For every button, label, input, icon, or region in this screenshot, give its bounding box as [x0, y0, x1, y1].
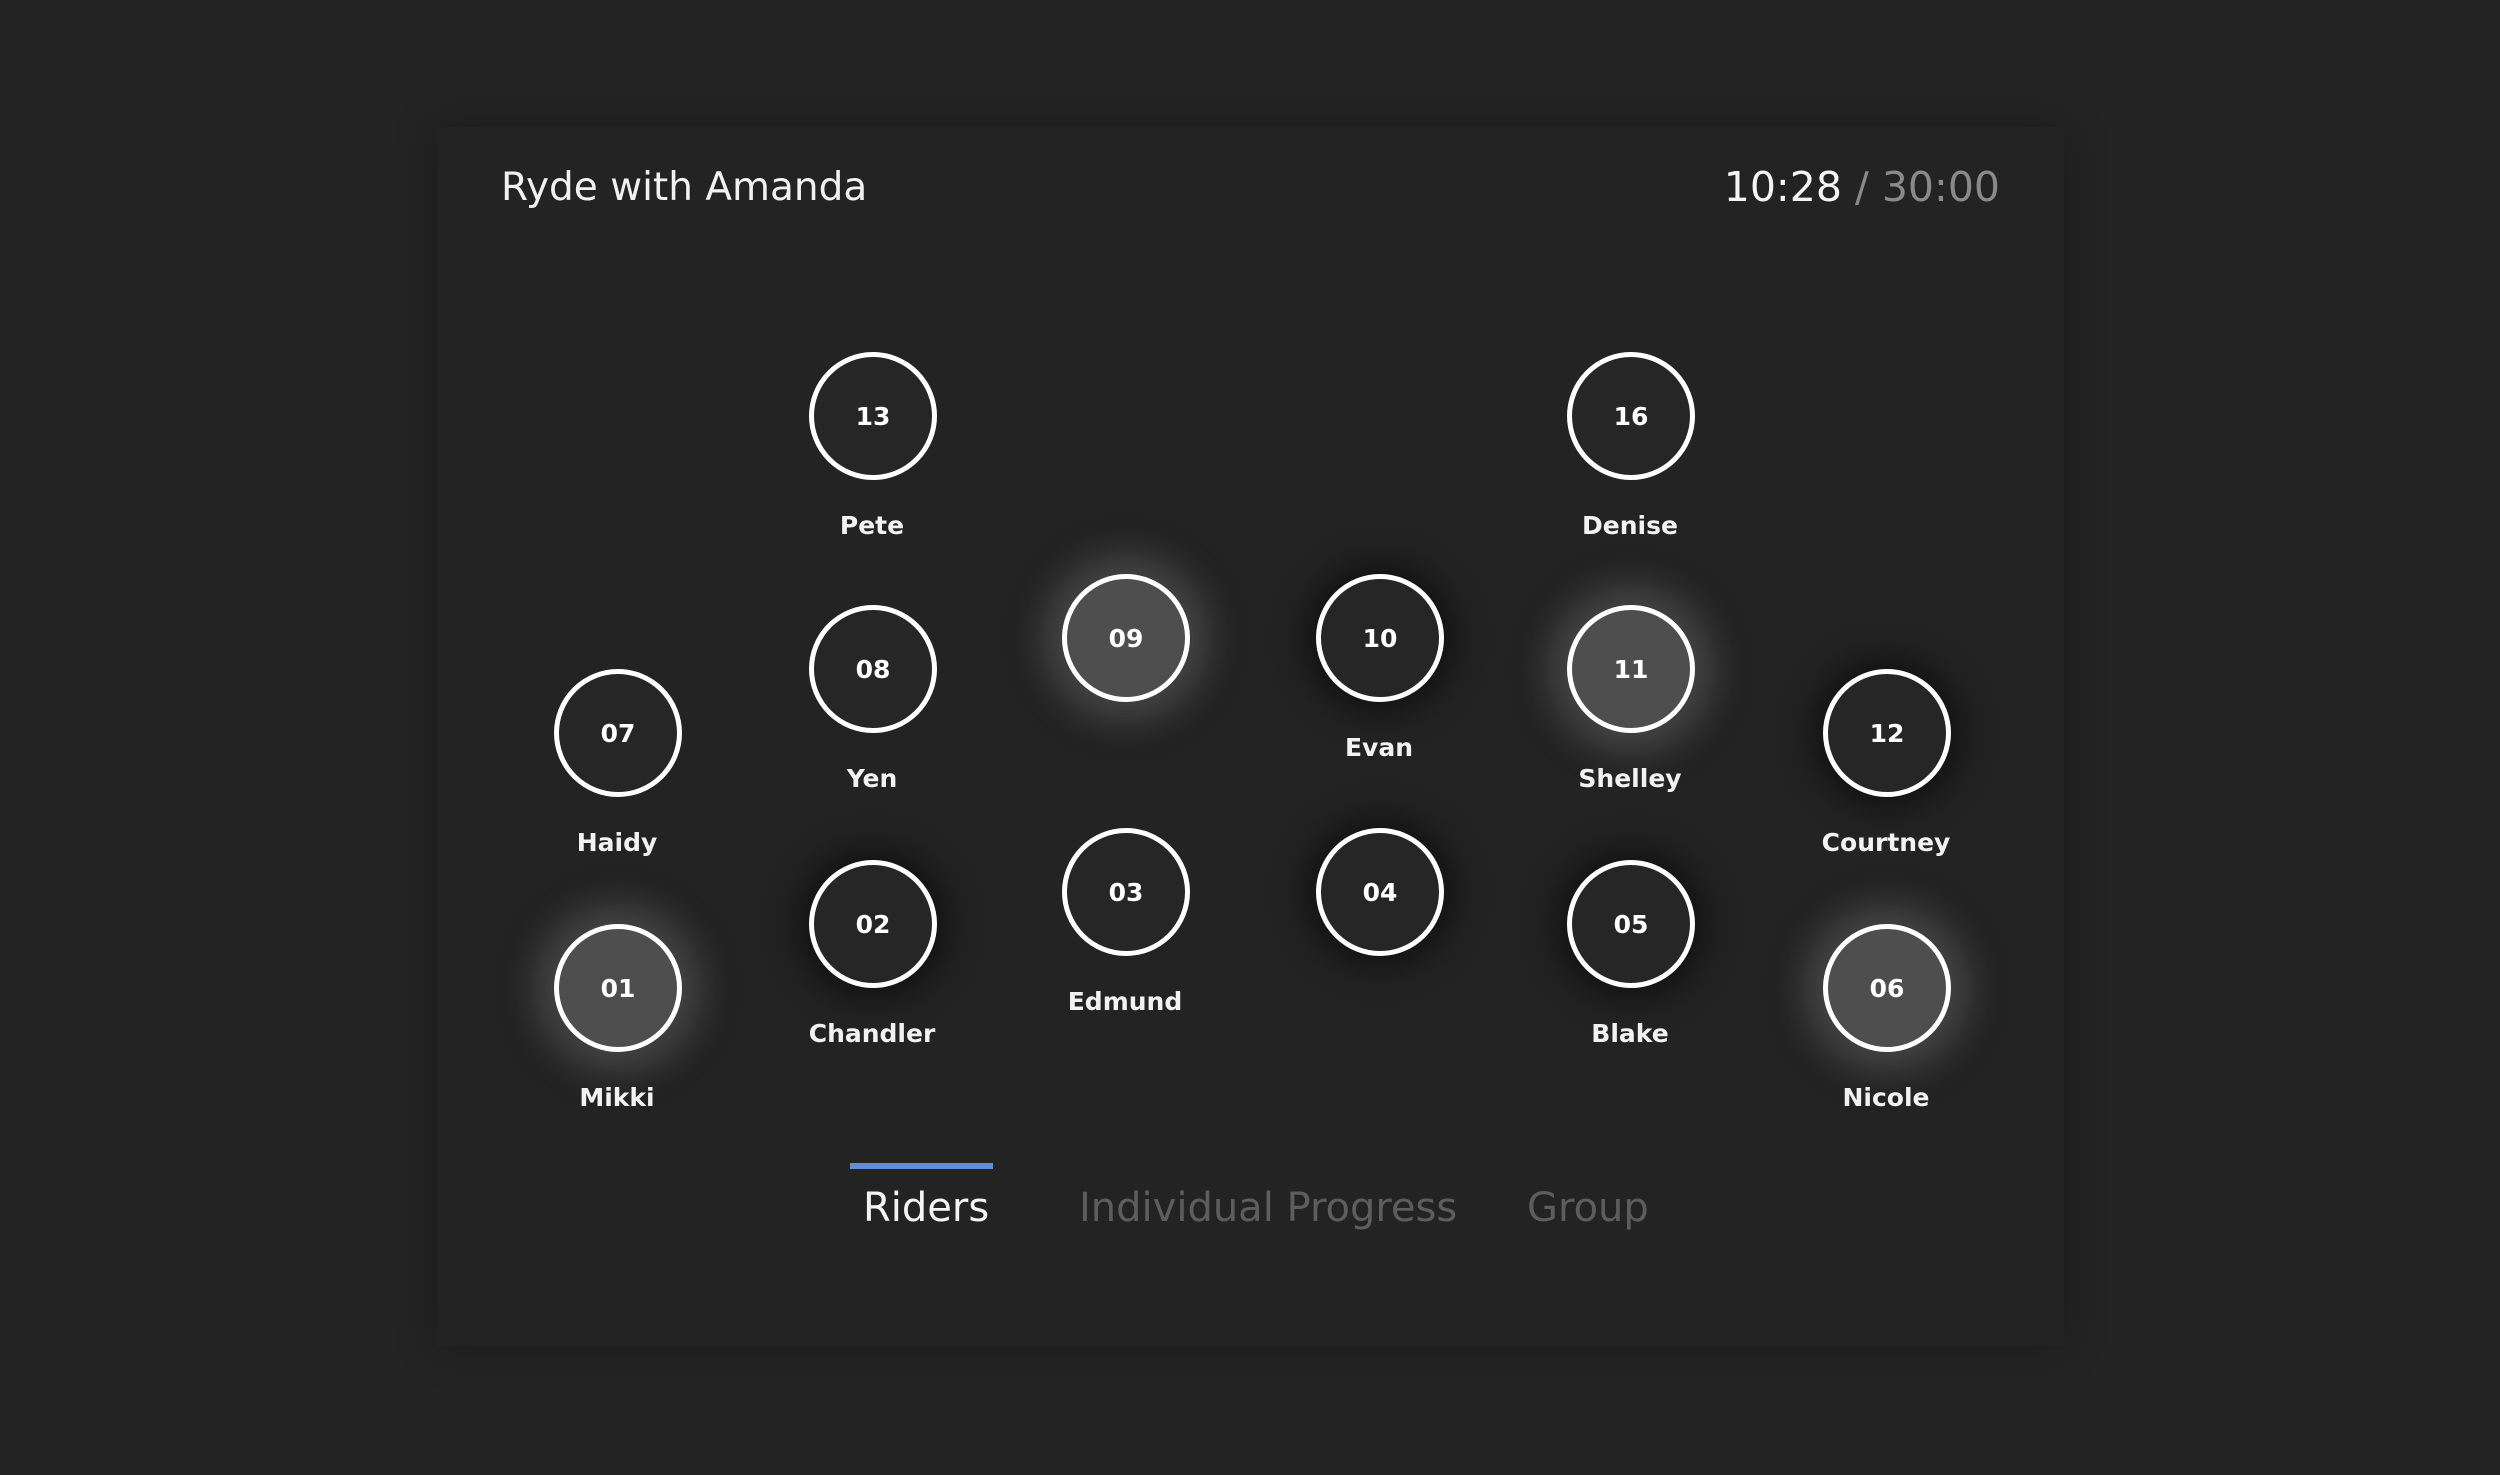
rider-badge[interactable]: 09: [1062, 574, 1190, 702]
tab-riders[interactable]: Riders: [863, 1185, 989, 1231]
rider-02: 02 Chandler: [809, 860, 937, 1048]
rider-01: 01 Mikki: [554, 924, 682, 1112]
rider-badge[interactable]: 12: [1823, 669, 1951, 797]
rider-name: Blake: [1591, 1019, 1669, 1048]
rider-badge[interactable]: 06: [1823, 924, 1951, 1052]
rider-07: 07 Haidy: [554, 669, 682, 857]
tab-group[interactable]: Group: [1527, 1185, 1649, 1231]
ride-panel: Ryde with Amanda 10:28 / 30:00 13 Pete 1…: [437, 127, 2064, 1346]
rider-04: 04: [1316, 828, 1444, 956]
rider-badge[interactable]: 10: [1316, 574, 1444, 702]
rider-name: Pete: [839, 511, 905, 540]
rider-06: 06 Nicole: [1823, 924, 1951, 1112]
rider-05: 05 Blake: [1567, 860, 1695, 1048]
rider-10: 10 Evan: [1316, 574, 1444, 762]
rider-08: 08 Yen: [809, 605, 937, 793]
rider-name: Chandler: [808, 1019, 936, 1048]
rider-badge[interactable]: 11: [1567, 605, 1695, 733]
rider-name: Edmund: [1067, 987, 1183, 1016]
rider-03: 03 Edmund: [1062, 828, 1190, 1016]
active-tab-indicator: [850, 1163, 993, 1169]
timer-total: 30:00: [1881, 163, 2000, 211]
rider-badge[interactable]: 08: [809, 605, 937, 733]
ride-timer: 10:28 / 30:00: [1724, 163, 2000, 211]
rider-name: Shelley: [1578, 764, 1682, 793]
rider-name: Evan: [1344, 733, 1414, 762]
rider-badge[interactable]: 02: [809, 860, 937, 988]
rider-name: Nicole: [1842, 1083, 1930, 1112]
rider-name: Yen: [846, 764, 898, 793]
rider-16: 16 Denise: [1567, 352, 1695, 540]
rider-badge[interactable]: 03: [1062, 828, 1190, 956]
rider-name: Haidy: [576, 828, 658, 857]
rider-name: Denise: [1582, 511, 1678, 540]
rider-09: 09: [1062, 574, 1190, 702]
tab-individual-progress[interactable]: Individual Progress: [1079, 1185, 1457, 1231]
rider-badge[interactable]: 01: [554, 924, 682, 1052]
rider-11: 11 Shelley: [1567, 605, 1695, 793]
rider-badge[interactable]: 04: [1316, 828, 1444, 956]
rider-13: 13 Pete: [809, 352, 937, 540]
timer-elapsed: 10:28: [1723, 163, 1842, 211]
rider-badge[interactable]: 13: [809, 352, 937, 480]
ride-title: Ryde with Amanda: [501, 165, 868, 210]
rider-badge[interactable]: 05: [1567, 860, 1695, 988]
timer-separator: /: [1854, 163, 1869, 211]
rider-badge[interactable]: 07: [554, 669, 682, 797]
rider-12: 12 Courtney: [1822, 669, 1951, 857]
rider-name: Courtney: [1821, 828, 1951, 857]
rider-name: Mikki: [579, 1083, 655, 1112]
rider-badge[interactable]: 16: [1567, 352, 1695, 480]
